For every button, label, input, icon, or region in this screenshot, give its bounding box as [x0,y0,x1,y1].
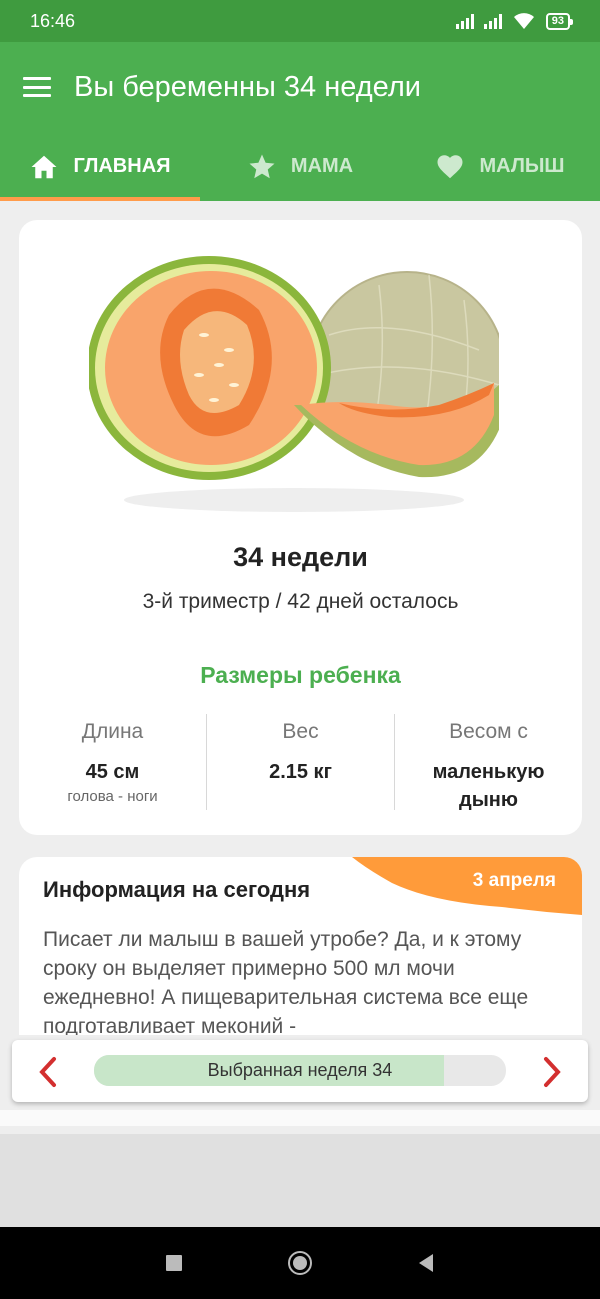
tab-baby-label: МАЛЫШ [479,155,565,177]
stat-length-label: Длина [81,720,144,743]
baby-sizes-title: Размеры ребенка [200,662,401,688]
week-selector: Выбранная неделя 34 [12,1040,588,1102]
app-title: Вы беременны 34 недели [74,70,421,103]
selected-week-label: Выбранная неделя 34 [207,1060,393,1080]
info-text: Писает ли малыш в вашей утробе? Да, и к … [43,928,529,1035]
melon-image [89,256,499,512]
stat-compare: Весом с маленькую дыню [395,714,582,811]
status-icons: 93 [455,12,574,30]
week-progress-bar[interactable]: Выбранная неделя 34 [94,1055,506,1086]
heart-icon [437,154,463,178]
tab-mom-label: МАМА [290,155,354,177]
stat-compare-label: Весом с [449,720,528,743]
stat-length-value: 45 см [85,761,140,783]
status-time: 16:46 [30,10,76,31]
star-icon [249,154,275,178]
signal-icon [455,13,474,29]
baby-stats: Длина 45 см голова - ноги Вес 2.15 кг Ве… [19,714,582,811]
home-icon [31,155,57,178]
week-title: 34 недели [233,542,368,572]
tab-main-label: ГЛАВНАЯ [73,155,171,177]
battery-icon: 93 [545,12,574,30]
stat-length: Длина 45 см голова - ноги [19,714,207,810]
app-bar: Вы беременны 34 недели [0,42,600,132]
week-subtitle: 3-й триместр / 42 дней осталось [142,590,459,613]
info-card[interactable]: 3 апреля Информация на сегодня Писает ли… [19,857,582,1035]
home-button-icon[interactable] [287,1250,313,1276]
empty-area [0,1134,600,1227]
tab-main[interactable]: ГЛАВНАЯ [0,132,200,201]
tab-mom[interactable]: МАМА [200,132,400,201]
recents-button-icon[interactable] [161,1250,187,1276]
wifi-icon [513,13,534,29]
info-title: Информация на сегодня [43,877,311,902]
stat-weight: Вес 2.15 кг [207,714,395,810]
system-nav-bar [0,1227,600,1299]
content-bottom-strip [0,1110,600,1126]
stat-length-note: голова - ноги [67,788,158,805]
next-week-arrow-icon[interactable] [536,1055,566,1089]
previous-week-arrow-icon[interactable] [34,1055,64,1089]
back-button-icon[interactable] [413,1250,439,1276]
date-text: 3 апреля [472,870,556,891]
date-badge: 3 апреля [352,857,582,915]
stat-weight-value: 2.15 кг [269,761,332,783]
stat-compare-value: маленькую дыню [432,761,545,811]
week-card: 34 недели 3-й триместр / 42 дней осталос… [19,220,582,835]
menu-icon[interactable] [23,77,51,97]
stat-weight-label: Вес [282,720,319,743]
status-bar: 16:46 93 [0,0,600,42]
tab-bar: ГЛАВНАЯ МАМА МАЛЫШ [0,132,600,201]
signal-icon-2 [483,13,502,29]
tab-baby[interactable]: МАЛЫШ [400,132,600,201]
